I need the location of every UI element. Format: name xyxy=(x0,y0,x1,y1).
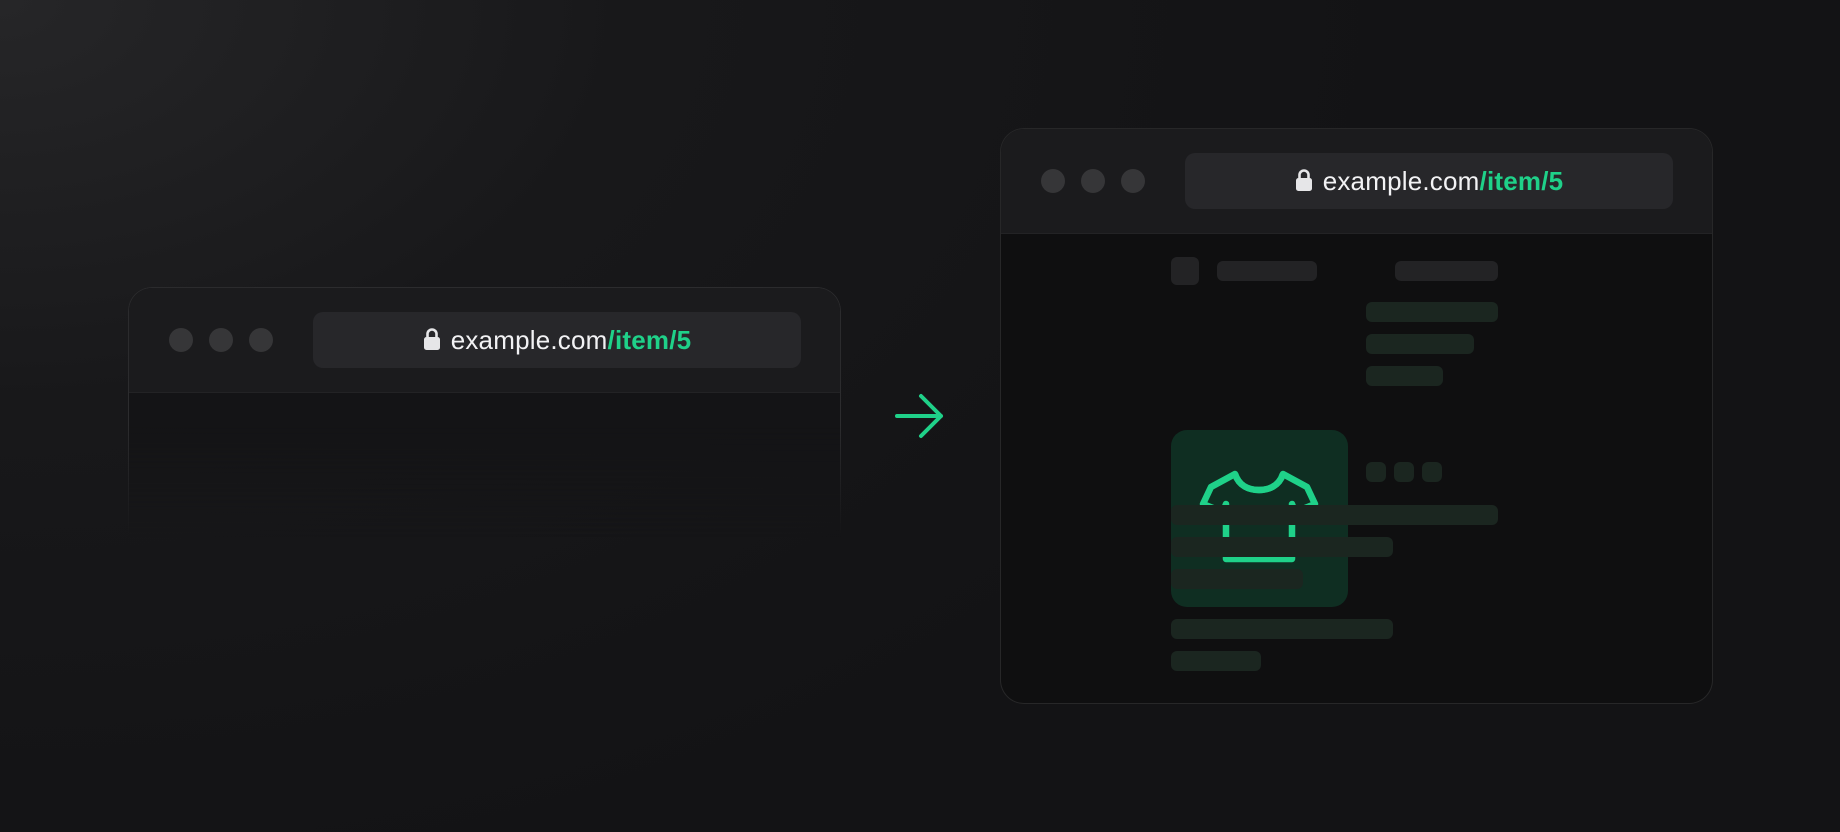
address-bar[interactable]: example.com/item/5 xyxy=(1185,153,1673,209)
url-host: example.com xyxy=(1322,165,1480,196)
skeleton-description-line xyxy=(1171,569,1303,589)
window-minimize-dot[interactable] xyxy=(1081,169,1105,193)
lock-icon xyxy=(423,328,440,350)
skeleton-option-swatch xyxy=(1366,462,1386,482)
lock-icon xyxy=(1295,169,1312,191)
window-maximize-dot[interactable] xyxy=(249,328,273,352)
skeleton-description-line xyxy=(1171,505,1498,525)
skeleton-option-swatch xyxy=(1422,462,1442,482)
browser-window-after: example.com/item/5 xyxy=(1000,128,1713,704)
skeleton-subtitle-line xyxy=(1366,334,1474,354)
skeleton-price-line xyxy=(1366,366,1443,386)
window-minimize-dot[interactable] xyxy=(209,328,233,352)
browser-toolbar: example.com/item/5 xyxy=(129,288,840,393)
window-close-dot[interactable] xyxy=(169,328,193,352)
skeleton-title-line xyxy=(1366,302,1498,322)
url-path: /item/5 xyxy=(607,324,692,355)
skeleton-option-swatch xyxy=(1394,462,1414,482)
skeleton-description-line xyxy=(1171,619,1393,639)
browser-window-before: example.com/item/5 xyxy=(128,287,841,537)
skeleton-nav-bar xyxy=(1217,261,1317,281)
browser-toolbar: example.com/item/5 xyxy=(1001,129,1712,234)
url-path: /item/5 xyxy=(1479,165,1564,196)
url-host: example.com xyxy=(450,324,608,355)
arrow-right-icon xyxy=(895,394,943,438)
window-maximize-dot[interactable] xyxy=(1121,169,1145,193)
skeleton-nav-action xyxy=(1395,261,1498,281)
skeleton-logo xyxy=(1171,257,1199,285)
window-close-dot[interactable] xyxy=(1041,169,1065,193)
address-bar[interactable]: example.com/item/5 xyxy=(313,312,801,368)
skeleton-description-line xyxy=(1171,651,1261,671)
skeleton-description-line xyxy=(1171,537,1393,557)
